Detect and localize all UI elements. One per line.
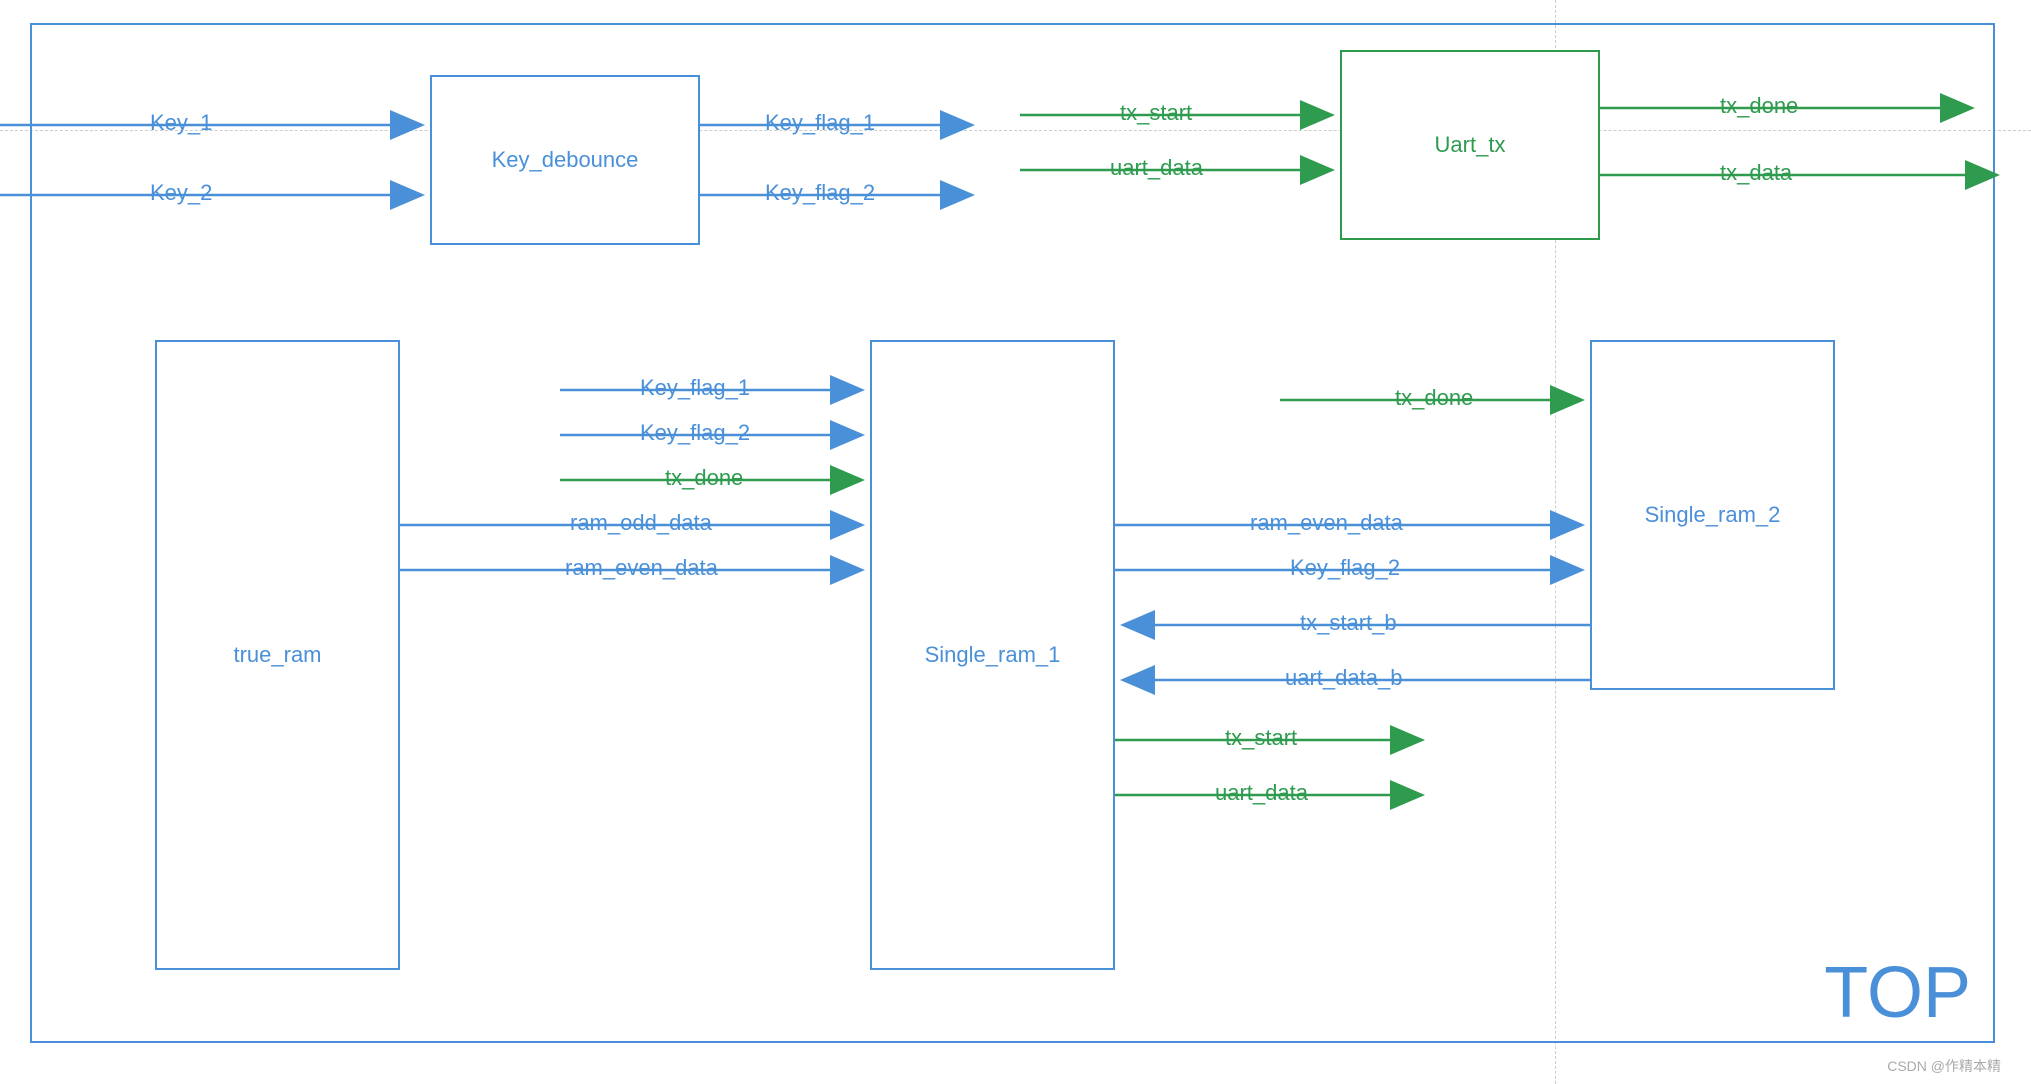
signal-key-flag-2-b: Key_flag_2 bbox=[640, 420, 750, 446]
signal-uart-data: uart_data bbox=[1110, 155, 1203, 181]
signal-tx-data: tx_data bbox=[1720, 160, 1792, 186]
signal-key-2: Key_2 bbox=[150, 180, 212, 206]
signal-uart-data-c: uart_data bbox=[1215, 780, 1308, 806]
watermark: CSDN @作精本精 bbox=[1887, 1056, 2001, 1076]
signal-tx-start: tx_start bbox=[1120, 100, 1192, 126]
signal-key-flag-1-b: Key_flag_1 bbox=[640, 375, 750, 401]
signal-tx-done-c: tx_done bbox=[1395, 385, 1473, 411]
signal-ram-odd-data: ram_odd_data bbox=[570, 510, 712, 536]
diagram-title: TOP bbox=[1824, 952, 1971, 1034]
signal-tx-start-b: tx_start_b bbox=[1300, 610, 1397, 636]
signal-key-flag-1: Key_flag_1 bbox=[765, 110, 875, 136]
signal-ram-even-data: ram_even_data bbox=[565, 555, 718, 581]
signal-uart-data-b: uart_data_b bbox=[1285, 665, 1402, 691]
signal-ram-even-data-b: ram_even_data bbox=[1250, 510, 1403, 536]
signal-key-flag-2-c: Key_flag_2 bbox=[1290, 555, 1400, 581]
signal-key-1: Key_1 bbox=[150, 110, 212, 136]
signal-tx-done-b: tx_done bbox=[665, 465, 743, 491]
signal-key-flag-2: Key_flag_2 bbox=[765, 180, 875, 206]
signal-tx-done: tx_done bbox=[1720, 93, 1798, 119]
signal-tx-start-c: tx_start bbox=[1225, 725, 1297, 751]
